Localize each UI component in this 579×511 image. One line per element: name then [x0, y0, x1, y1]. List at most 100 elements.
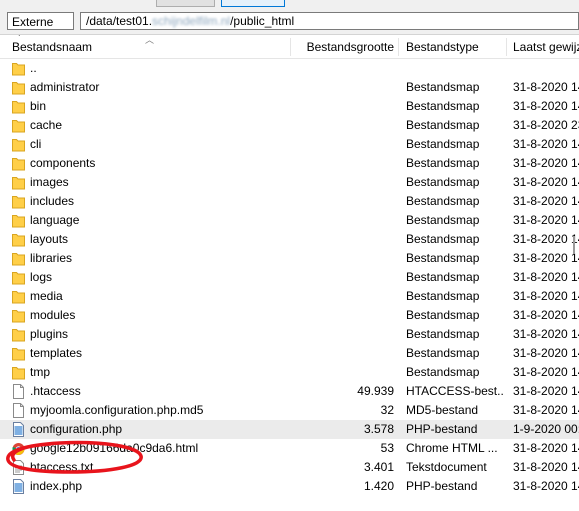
file-type: Bestandsmap [406, 137, 480, 151]
folder-icon [12, 99, 25, 114]
column-size-header[interactable]: Bestandsgrootte [292, 36, 394, 58]
file-type: Bestandsmap [406, 156, 480, 170]
file-type: Bestandsmap [406, 270, 480, 284]
file-modified: 31-8-2020 14 [513, 251, 579, 265]
file-row[interactable]: htaccess.txt 3.401 Tekstdocument 31-8-2020 … [0, 458, 579, 477]
column-modified-header[interactable]: Laatst gewijz [513, 36, 579, 58]
file-size: 3.401 [363, 460, 394, 474]
file-row[interactable]: images Bestandsmap 31-8-2020 14 [0, 173, 579, 192]
php-file-icon [12, 479, 25, 494]
file-modified: 31-8-2020 14 [513, 384, 579, 398]
file-modified: 31-8-2020 14 [513, 460, 579, 474]
file-name: configuration.php [30, 422, 123, 436]
remote-site-bar: Externe site: /data/test01.schijndelfilm… [0, 9, 579, 47]
file-modified: 31-8-2020 14 [513, 403, 579, 417]
folder-icon [12, 346, 25, 361]
file-type: Bestandsmap [406, 365, 480, 379]
folder-icon [12, 61, 25, 76]
file-name: components [30, 156, 96, 170]
file-icon [12, 384, 25, 399]
file-type: HTACCESS-best... [406, 384, 504, 398]
file-modified: 31-8-2020 14 [513, 270, 579, 284]
file-row[interactable]: media Bestandsmap 31-8-2020 14 [0, 287, 579, 306]
file-name: cache [30, 118, 63, 132]
file-row[interactable]: includes Bestandsmap 31-8-2020 14 [0, 192, 579, 211]
folder-icon [12, 365, 25, 380]
text-file-icon [12, 460, 25, 475]
file-modified: 31-8-2020 14 [513, 137, 579, 151]
file-type: MD5-bestand [406, 403, 479, 417]
file-type: Tekstdocument [406, 460, 487, 474]
file-row[interactable]: .. [0, 59, 579, 78]
file-type: Bestandsmap [406, 232, 480, 246]
folder-icon [12, 80, 25, 95]
file-name: .htaccess [30, 384, 81, 398]
file-type: Bestandsmap [406, 99, 480, 113]
file-row[interactable]: cache Bestandsmap 31-8-2020 23 [0, 116, 579, 135]
column-type-header[interactable]: Bestandstype [406, 36, 502, 58]
file-type: Bestandsmap [406, 80, 480, 94]
file-row[interactable]: myjoomla.configuration.php.md5 32 MD5-best… [0, 401, 579, 420]
file-row[interactable]: google12b09166da0c9da6.html 53 Chrome HTML… [0, 439, 579, 458]
file-row[interactable]: bin Bestandsmap 31-8-2020 14 [0, 97, 579, 116]
file-modified: 31-8-2020 14 [513, 99, 579, 113]
file-row[interactable]: administrator Bestandsmap 31-8-2020 14 [0, 78, 579, 97]
file-row[interactable]: templates Bestandsmap 31-8-2020 14 [0, 344, 579, 363]
file-row[interactable]: modules Bestandsmap 31-8-2020 14 [0, 306, 579, 325]
file-row[interactable]: plugins Bestandsmap 31-8-2020 14 [0, 325, 579, 344]
toolbar-button[interactable] [156, 0, 215, 7]
file-name: language [30, 213, 80, 227]
file-size: 49.939 [357, 384, 394, 398]
folder-icon [12, 327, 25, 342]
file-modified: 31-8-2020 14 [513, 308, 579, 322]
path-suffix: /public_html [230, 14, 295, 28]
file-row[interactable]: .htaccess 49.939 HTACCESS-best... 31-8-2020… [0, 382, 579, 401]
file-type: Bestandsmap [406, 346, 480, 360]
file-modified: 1-9-2020 00:1 [513, 422, 579, 436]
scroll-marker [573, 236, 575, 254]
column-divider[interactable] [290, 38, 291, 56]
file-type: Chrome HTML ... [406, 441, 498, 455]
folder-icon [12, 251, 25, 266]
file-row[interactable]: components Bestandsmap 31-8-2020 14 [0, 154, 579, 173]
file-row[interactable]: cli Bestandsmap 31-8-2020 14 [0, 135, 579, 154]
file-name: images [30, 175, 69, 189]
file-name: layouts [30, 232, 69, 246]
remote-path-input[interactable]: /data/test01.schijndelfilm.nl/public_htm… [80, 12, 579, 30]
file-row[interactable]: libraries Bestandsmap 31-8-2020 14 [0, 249, 579, 268]
file-name: bin [30, 99, 47, 113]
file-row[interactable]: layouts Bestandsmap 31-8-2020 14 [0, 230, 579, 249]
file-modified: 31-8-2020 14 [513, 213, 579, 227]
file-modified: 31-8-2020 14 [513, 156, 579, 170]
file-name: administrator [30, 80, 100, 94]
path-blurred: schijndelfilm.nl [152, 14, 231, 28]
file-name: logs [30, 270, 53, 284]
file-name: htaccess.txt [30, 460, 94, 474]
column-divider[interactable] [398, 38, 399, 56]
file-row[interactable]: tmp Bestandsmap 31-8-2020 14 [0, 363, 579, 382]
folder-icon [12, 156, 25, 171]
file-row[interactable]: configuration.php 3.578 PHP-bestand 1-9-202… [0, 420, 579, 439]
file-size: 53 [380, 441, 394, 455]
file-modified: 31-8-2020 14 [513, 289, 579, 303]
column-divider[interactable] [506, 38, 507, 56]
file-modified: 31-8-2020 14 [513, 80, 579, 94]
folder-icon [12, 289, 25, 304]
file-name: index.php [30, 479, 83, 493]
file-row[interactable]: index.php 1.420 PHP-bestand 31-8-2020 14 [0, 477, 579, 496]
folder-icon [12, 270, 25, 285]
file-name: modules [30, 308, 76, 322]
folder-icon [12, 213, 25, 228]
file-name: .. [30, 61, 37, 75]
file-row[interactable]: logs Bestandsmap 31-8-2020 14 [0, 268, 579, 287]
folder-icon [12, 118, 25, 133]
toolbar-button-focused[interactable] [221, 0, 285, 7]
folder-icon [12, 232, 25, 247]
sort-ascending-icon: ︿ [145, 35, 155, 45]
file-type: Bestandsmap [406, 308, 480, 322]
file-type: Bestandsmap [406, 118, 480, 132]
file-name: google12b09166da0c9da6.html [30, 441, 199, 455]
folder-icon [12, 194, 25, 209]
file-row[interactable]: language Bestandsmap 31-8-2020 14 [0, 211, 579, 230]
toolbar-strip [0, 0, 579, 9]
